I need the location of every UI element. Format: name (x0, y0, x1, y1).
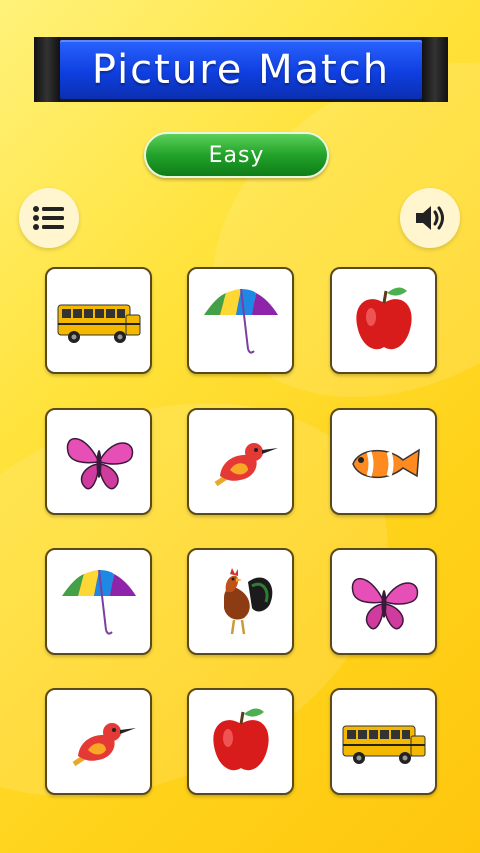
menu-list-icon (33, 206, 64, 230)
banner-right-cap (422, 37, 448, 102)
card-umbrella[interactable] (45, 548, 152, 655)
butterfly-icon (66, 437, 133, 489)
card-fish[interactable] (330, 408, 437, 515)
card-school-bus[interactable] (45, 267, 152, 374)
page-title: Picture Match (91, 46, 391, 93)
school-bus-icon (342, 725, 425, 764)
rooster-icon (223, 567, 272, 634)
bird-icon (72, 722, 136, 766)
card-bird[interactable] (45, 688, 152, 795)
card-umbrella[interactable] (187, 267, 294, 374)
speaker-icon (416, 206, 444, 230)
card-butterfly[interactable] (45, 408, 152, 515)
school-bus-icon (57, 304, 140, 343)
banner-inner: Picture Match (60, 40, 422, 99)
sound-button[interactable] (400, 188, 460, 248)
butterfly-icon (351, 577, 418, 629)
menu-button[interactable] (19, 188, 79, 248)
apple-icon (355, 286, 412, 349)
umbrella-icon (61, 569, 136, 635)
umbrella-icon (203, 288, 278, 354)
card-apple[interactable] (187, 688, 294, 795)
apple-icon (212, 707, 269, 770)
banner-left-cap (34, 37, 60, 102)
card-school-bus[interactable] (330, 688, 437, 795)
title-banner: Picture Match (34, 37, 448, 102)
card-butterfly[interactable] (330, 548, 437, 655)
level-button[interactable]: Easy (144, 132, 329, 178)
bird-icon (214, 442, 278, 486)
card-bird[interactable] (187, 408, 294, 515)
card-rooster[interactable] (187, 548, 294, 655)
fish-icon (351, 448, 420, 478)
card-apple[interactable] (330, 267, 437, 374)
